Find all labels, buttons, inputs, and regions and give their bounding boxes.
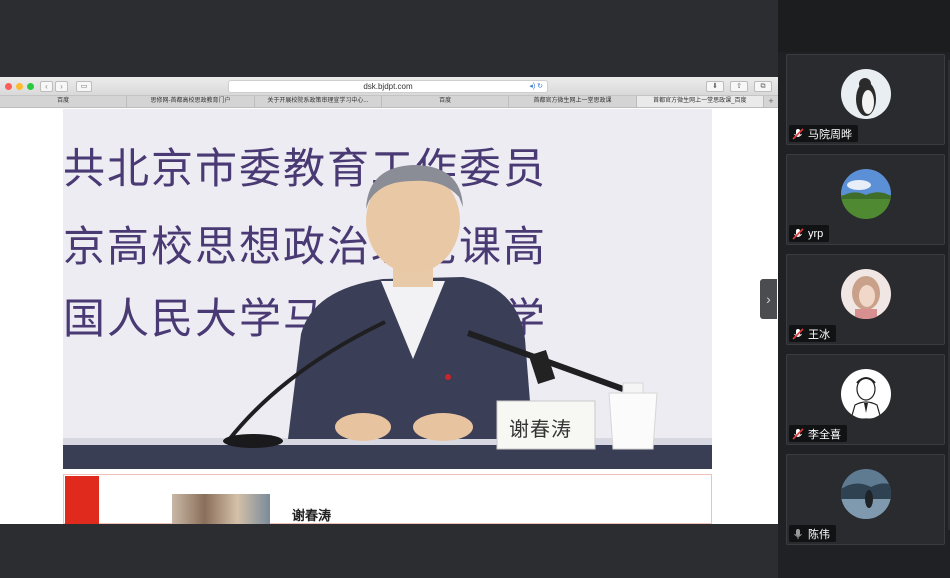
address-text: dsk.bjdpt.com	[363, 82, 413, 91]
speaker-thumbnail[interactable]	[172, 494, 270, 524]
participant-name: 马院周晔	[808, 128, 852, 141]
mic-muted-icon[interactable]	[792, 427, 804, 440]
participant-tile[interactable]: 李全喜	[786, 354, 945, 445]
participant-name: yrp	[808, 227, 824, 240]
mic-muted-icon[interactable]	[792, 127, 804, 140]
participants-panel: 马院周晔 yrp 王冰 李全喜 陈伟	[778, 0, 950, 578]
participant-tile[interactable]: yrp	[786, 154, 945, 245]
portrait-avatar-icon	[841, 269, 891, 319]
forward-button[interactable]: ›	[55, 81, 68, 92]
tab-item-active[interactable]: 首都官方微生网上一堂思政课_百度	[636, 96, 764, 107]
speaker-figure	[223, 165, 658, 450]
participant-tile[interactable]: 陈伟	[786, 454, 945, 545]
download-icon[interactable]: ⬇	[706, 81, 724, 92]
participant-name-bar: 李全喜	[789, 425, 847, 442]
participant-name-bar: 陈伟	[789, 525, 836, 542]
lake-avatar-icon	[841, 469, 891, 519]
nameplate-text: 谢春涛	[509, 417, 572, 441]
close-window-icon[interactable]	[5, 83, 12, 90]
shared-browser-window: ‹ › ▭ dsk.bjdpt.com ◂) ↻ ⬇ ⇧ ⧉ 百度 思修网-首都…	[0, 77, 778, 524]
penguin-avatar-icon	[841, 69, 891, 119]
participant-name: 陈伟	[808, 528, 830, 541]
red-accent-block	[65, 476, 99, 524]
tab-bar: 百度 思修网-首都高校思政教育门户 关于开展校院系政策审理宣学习中心... 百度…	[0, 96, 778, 108]
back-button[interactable]: ‹	[40, 81, 53, 92]
page-content: 共北京市委教育工作委员 京高校思想政治理论课高 国人民大学马克思主义学 谢春涛 …	[0, 109, 778, 524]
mic-muted-icon[interactable]	[792, 227, 804, 240]
minimize-window-icon[interactable]	[16, 83, 23, 90]
panel-header	[778, 0, 950, 52]
nav-buttons: ‹ ›	[40, 81, 68, 92]
participant-name-bar: yrp	[789, 225, 830, 242]
new-tab-button[interactable]: +	[764, 96, 778, 107]
mic-muted-icon[interactable]	[792, 327, 804, 340]
share-icon[interactable]: ⇧	[730, 81, 748, 92]
tab-item[interactable]: 百度	[382, 96, 510, 107]
speaker-name: 谢春涛	[292, 508, 332, 523]
participant-tile[interactable]: 王冰	[786, 254, 945, 345]
cartoon-man-avatar-icon	[841, 369, 891, 419]
sidebar-toggle-icon[interactable]: ▭	[76, 81, 92, 92]
participant-name: 李全喜	[808, 428, 841, 441]
main-stage: ‹ › ▭ dsk.bjdpt.com ◂) ↻ ⬇ ⇧ ⧉ 百度 思修网-首都…	[0, 0, 778, 578]
browser-titlebar: ‹ › ▭ dsk.bjdpt.com ◂) ↻ ⬇ ⇧ ⧉	[0, 77, 778, 96]
address-bar[interactable]: dsk.bjdpt.com ◂) ↻	[228, 80, 548, 93]
collapse-panel-chevron-icon[interactable]: ›	[760, 279, 777, 319]
zoom-window-icon[interactable]	[27, 83, 34, 90]
tab-item[interactable]: 首都官方微生网上一堂思政课	[509, 96, 637, 107]
tabs-overview-icon[interactable]: ⧉	[754, 81, 772, 92]
tab-item[interactable]: 思修网-首都高校思政教育门户	[127, 96, 255, 107]
tab-item[interactable]: 关于开展校院系政策审理宣学习中心...	[255, 96, 382, 107]
participant-tile[interactable]: 马院周晔	[786, 54, 945, 145]
video-player[interactable]: 共北京市委教育工作委员 京高校思想政治理论课高 国人民大学马克思主义学 谢春涛	[63, 109, 712, 469]
page-section-below: 谢春涛	[63, 474, 712, 524]
participant-name: 王冰	[808, 328, 830, 341]
participant-name-bar: 王冰	[789, 325, 836, 342]
participant-name-bar: 马院周晔	[789, 125, 858, 142]
tab-item[interactable]: 百度	[0, 96, 128, 107]
landscape-avatar-icon	[841, 169, 891, 219]
mic-icon[interactable]	[792, 528, 804, 540]
reload-icon[interactable]: ◂) ↻	[529, 81, 543, 92]
